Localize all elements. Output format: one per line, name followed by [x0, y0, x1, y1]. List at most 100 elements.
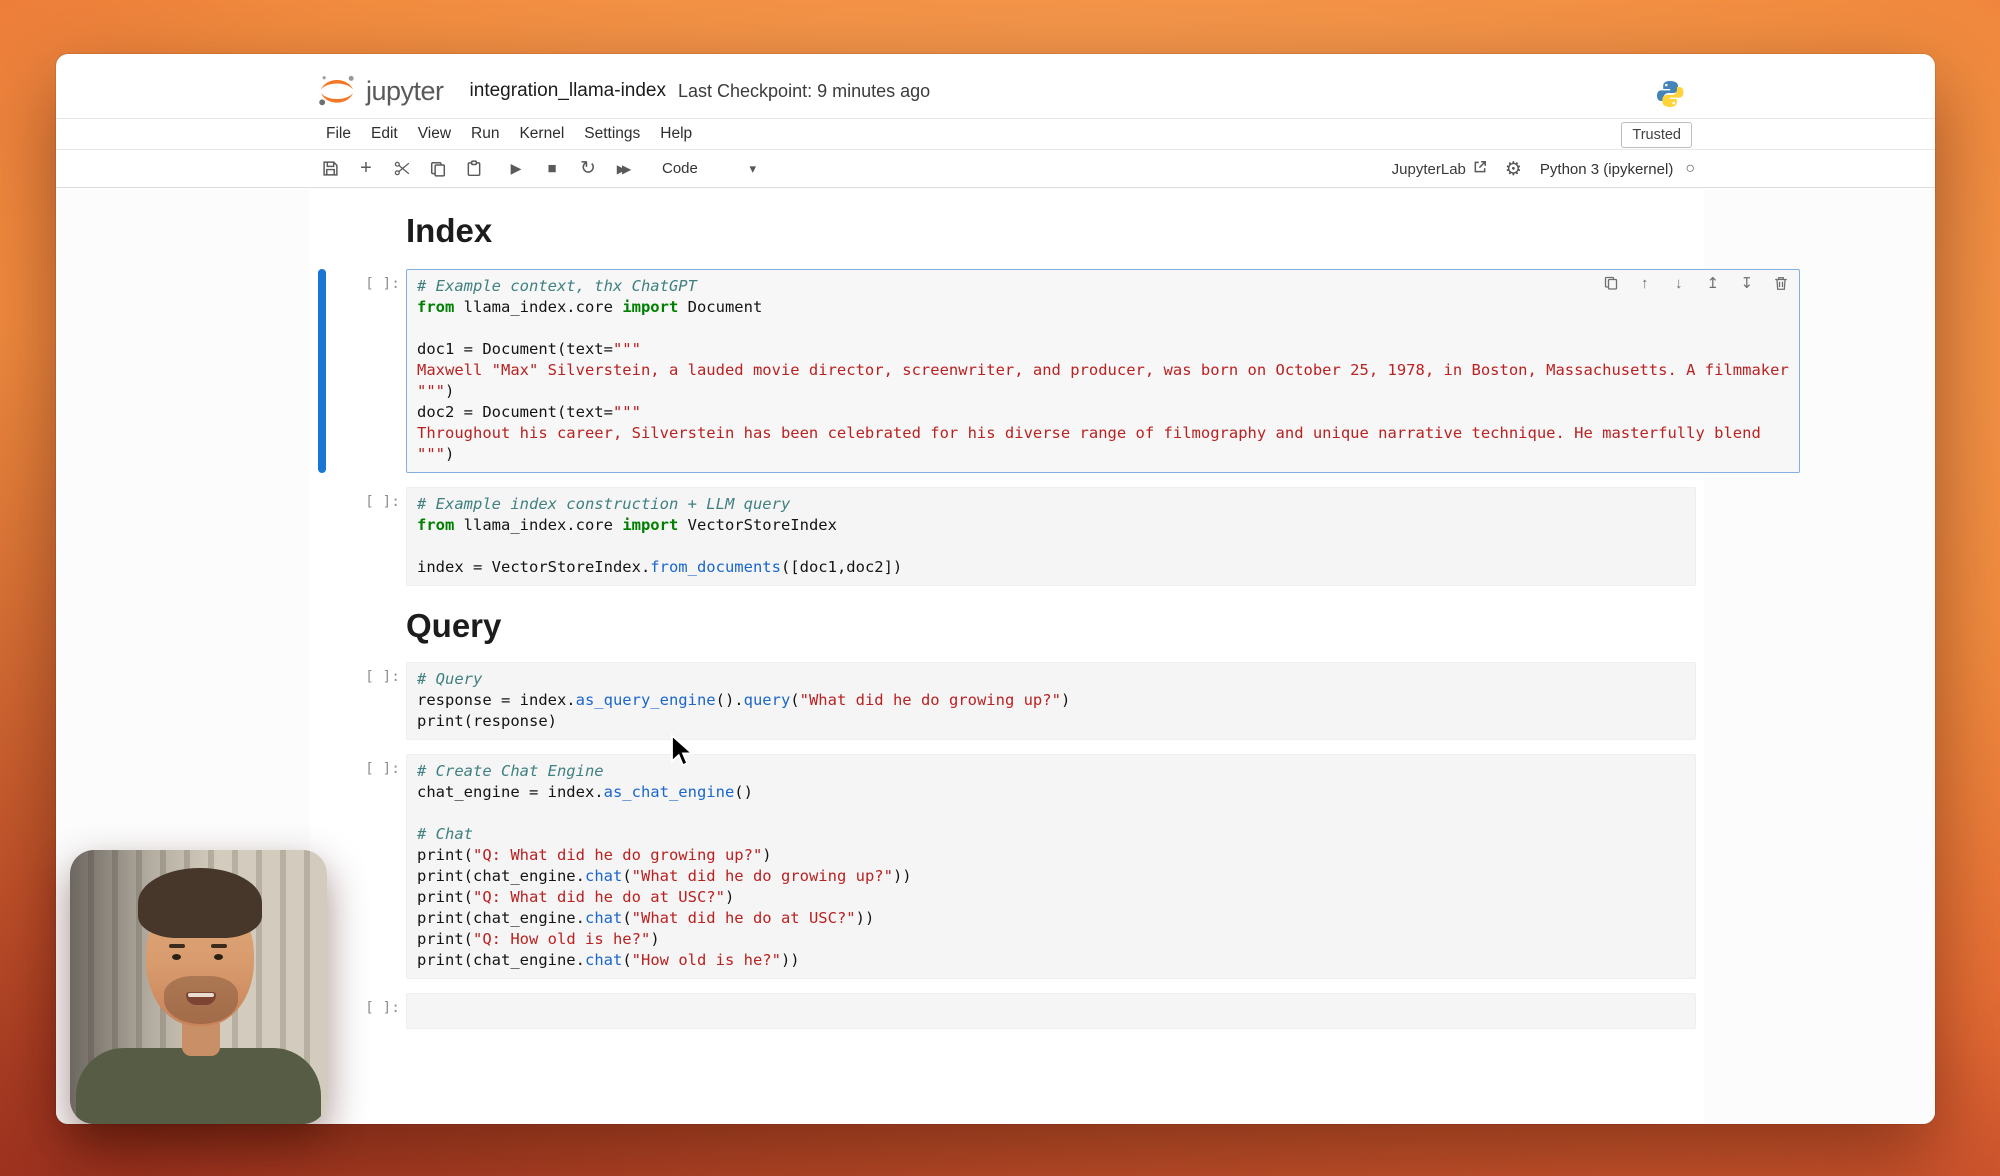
menu-edit[interactable]: Edit	[371, 125, 398, 143]
code-cell-5-empty[interactable]: [ ]:	[310, 993, 1704, 1029]
code-line: Maxwell "Max" Silverstein, a lauded movi…	[417, 361, 1789, 379]
menu-kernel[interactable]: Kernel	[519, 125, 564, 143]
cell-prompt: [ ]:	[365, 494, 400, 510]
code-editor[interactable]: # Example context, thx ChatGPT from llama…	[407, 270, 1799, 472]
restart-run-all-icon[interactable]: ▶▶	[614, 158, 634, 180]
code-line: response = index.as_query_engine().query…	[417, 691, 1071, 709]
desktop-background: { "header": { "brand": "jupyter", "title…	[0, 0, 2000, 1176]
code-line: # Query	[417, 670, 483, 688]
code-cell-3[interactable]: [ ]: # Query response = index.as_query_en…	[310, 662, 1704, 740]
code-line: chat_engine = index.as_chat_engine()	[417, 783, 753, 801]
restart-kernel-icon[interactable]: ↻	[578, 158, 598, 180]
person-brow	[211, 944, 227, 948]
cell-prompt: [ ]:	[365, 276, 400, 292]
code-line: print("Q: How old is he?")	[417, 930, 660, 948]
mouse-cursor	[671, 733, 694, 767]
paste-cell-icon[interactable]	[464, 158, 484, 180]
person-eye	[172, 954, 181, 960]
menu-view[interactable]: View	[418, 125, 451, 143]
code-line: Throughout his career, Silverstein has b…	[417, 424, 1761, 442]
heading-query: Query	[406, 607, 502, 644]
cell-prompt: [ ]:	[365, 669, 400, 685]
chevron-down-icon: ▾	[749, 160, 756, 176]
code-editor[interactable]	[407, 994, 1695, 1028]
checkpoint-status: Last Checkpoint: 9 minutes ago	[678, 80, 931, 101]
cut-cell-icon[interactable]	[392, 158, 412, 180]
python-logo-icon	[1654, 78, 1686, 110]
code-line: print(chat_engine.chat("What did he do a…	[417, 909, 875, 927]
webcam-overlay	[70, 850, 327, 1124]
code-line: print(response)	[417, 712, 557, 730]
code-line: print(chat_engine.chat("What did he do g…	[417, 867, 912, 885]
menu-bar: File Edit View Run Kernel Settings Help …	[56, 118, 1935, 150]
kernel-name[interactable]: Python 3 (ipykernel)	[1540, 161, 1673, 178]
jupyterlab-link[interactable]: JupyterLab	[1392, 160, 1487, 178]
cell-editor-box[interactable]: # Query response = index.as_query_engine(…	[406, 662, 1696, 740]
person-shirt	[76, 1048, 321, 1124]
code-line: # Create Chat Engine	[417, 762, 604, 780]
jupyter-wordmark: jupyter	[366, 75, 444, 106]
move-cell-down-icon[interactable]: ↓	[1671, 275, 1687, 292]
cell-editor-box[interactable]: # Example index construction + LLM query…	[406, 487, 1696, 586]
cell-type-select[interactable]: Code ▾	[662, 160, 756, 177]
cell-prompt: [ ]:	[365, 1000, 400, 1016]
code-line: doc1 = Document(text="""	[417, 340, 641, 358]
jupyter-window: jupyter integration_llama-index Last Che…	[56, 54, 1935, 1124]
run-cell-icon[interactable]: ▶	[506, 158, 526, 180]
cell-indicator	[318, 662, 326, 740]
code-cell-2[interactable]: [ ]: # Example index construction + LLM …	[310, 487, 1704, 586]
interrupt-kernel-icon[interactable]: ■	[542, 158, 562, 180]
notebook-area: Index [ ]: # Example context, thx ChatGP…	[56, 189, 1935, 1124]
code-editor[interactable]: # Create Chat Engine chat_engine = index.…	[407, 755, 1695, 978]
person-hair	[138, 868, 262, 938]
person-eye	[214, 954, 223, 960]
insert-cell-above-icon[interactable]: ↥	[1705, 275, 1721, 292]
code-cell-1[interactable]: [ ]: # Example context, thx ChatGPT from …	[310, 269, 1800, 473]
code-line: index = VectorStoreIndex.from_documents(…	[417, 558, 903, 576]
person-teeth	[188, 993, 214, 997]
duplicate-cell-icon[interactable]	[1603, 275, 1619, 291]
notebook-document: Index [ ]: # Example context, thx ChatGP…	[310, 189, 1800, 1124]
code-line: print(chat_engine.chat("How old is he?")…	[417, 951, 800, 969]
menu-run[interactable]: Run	[471, 125, 499, 143]
toolbar-right-group: JupyterLab ⚙ Python 3 (ipykernel) ○	[1392, 150, 1695, 188]
cell-indicator	[318, 487, 326, 586]
trusted-badge[interactable]: Trusted	[1621, 122, 1692, 148]
add-cell-icon[interactable]: +	[356, 157, 376, 180]
code-line: from llama_index.core import VectorStore…	[417, 516, 837, 534]
menu-settings[interactable]: Settings	[584, 125, 640, 143]
copy-cell-icon[interactable]	[428, 158, 448, 180]
code-line: doc2 = Document(text="""	[417, 403, 641, 421]
menu-help[interactable]: Help	[660, 125, 692, 143]
code-line: # Example index construction + LLM query	[417, 495, 791, 513]
gear-icon[interactable]: ⚙	[1505, 158, 1522, 181]
kernel-status-icon: ○	[1685, 160, 1695, 177]
cell-prompt: [ ]:	[365, 761, 400, 777]
code-line: print("Q: What did he do at USC?")	[417, 888, 735, 906]
code-editor[interactable]: # Query response = index.as_query_engine(…	[407, 663, 1695, 739]
code-line: """)	[417, 445, 455, 463]
menu-file[interactable]: File	[326, 125, 351, 143]
move-cell-up-icon[interactable]: ↑	[1637, 275, 1653, 292]
code-line: # Chat	[417, 825, 473, 843]
titlebar: jupyter integration_llama-index Last Che…	[56, 54, 1935, 118]
code-cell-4[interactable]: [ ]: # Create Chat Engine chat_engine = i…	[310, 754, 1704, 979]
cell-editor-box[interactable]: # Create Chat Engine chat_engine = index.…	[406, 754, 1696, 979]
delete-cell-icon[interactable]	[1773, 275, 1789, 291]
code-editor[interactable]: # Example index construction + LLM query…	[407, 488, 1695, 585]
insert-cell-below-icon[interactable]: ↧	[1739, 275, 1755, 292]
jupyter-logo-icon	[316, 74, 358, 108]
code-line: from llama_index.core import Document	[417, 298, 763, 316]
save-icon[interactable]	[320, 158, 340, 180]
notebook-toolbar: + ▶ ■ ↻ ▶▶ Code ▾ JupyterLab ⚙ Python 3 …	[56, 150, 1935, 188]
notebook-title[interactable]: integration_llama-index	[470, 80, 666, 102]
cell-editor-box[interactable]: # Example context, thx ChatGPT from llama…	[406, 269, 1800, 473]
code-line: # Example context, thx ChatGPT	[417, 277, 697, 295]
external-link-icon	[1473, 160, 1487, 178]
cell-editor-box[interactable]	[406, 993, 1696, 1029]
person-brow	[169, 944, 185, 948]
